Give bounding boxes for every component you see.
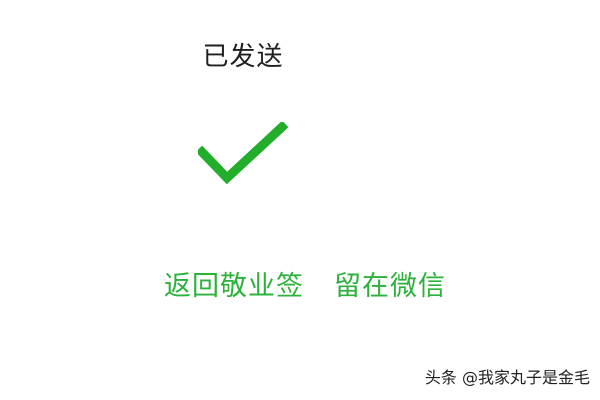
action-row: 返回敬业签 留在微信 (164, 269, 446, 305)
check-icon (198, 122, 288, 185)
watermark-text: 头条 @我家丸子是金毛 (424, 368, 590, 387)
return-to-jingyeqian-button[interactable]: 返回敬业签 (164, 269, 304, 305)
status-title: 已发送 (202, 42, 284, 72)
stay-in-wechat-button[interactable]: 留在微信 (334, 269, 446, 305)
share-result-dialog: 已发送 返回敬业签 留在微信 (0, 0, 600, 400)
